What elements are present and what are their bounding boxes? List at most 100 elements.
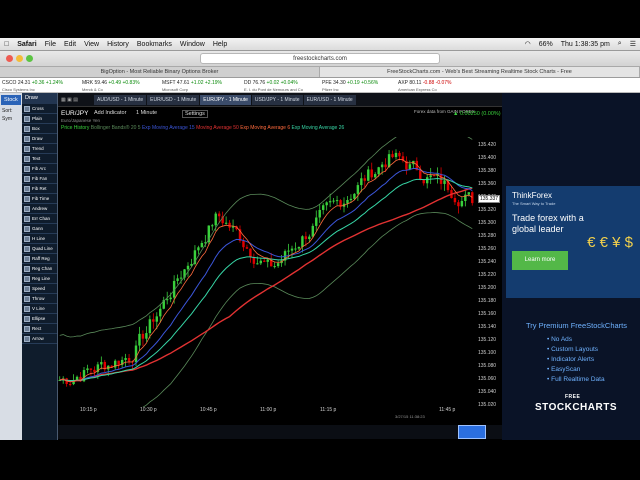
draw-toolbox-title[interactable]: Draw [22, 93, 57, 104]
legend-bollinger[interactable]: Bollinger Bands® 20 5 [91, 125, 141, 131]
tool-reg-line[interactable]: Reg Line [22, 274, 57, 284]
ticker-item[interactable]: AXP 80.11 -0.88 -0.07% American Express C… [398, 80, 452, 92]
ticker-price: 47.61 [176, 80, 190, 86]
interval-select[interactable]: 1 Minute [136, 110, 157, 116]
feature-item[interactable]: EasyScan [547, 365, 605, 375]
tool-fib-ret[interactable]: Fib Ret [22, 184, 57, 194]
address-bar[interactable]: freestockcharts.com [200, 53, 440, 64]
freestockcharts-logo[interactable]: FREE STOCKCHARTS [535, 394, 617, 413]
tool-andrew[interactable]: Andrew [22, 204, 57, 214]
zoom-window-button[interactable] [26, 55, 33, 62]
tool-v-line[interactable]: V Line [22, 304, 57, 314]
candle-body [266, 259, 269, 262]
candle-body [311, 225, 315, 237]
tool-arrow[interactable]: Arrow [22, 334, 57, 344]
chart-tab[interactable]: USD/JPY - 1 Minute [251, 94, 303, 105]
price-label: 135.280 [478, 233, 497, 239]
wifi-icon[interactable]: ◠ [521, 40, 535, 48]
browser-tab-active[interactable]: FreeStockCharts.com - Web's Best Streami… [320, 67, 640, 77]
tool-quad-line[interactable]: Quad Line [22, 244, 57, 254]
ad-banner[interactable]: ThinkForex The Smart Way to Trade Trade … [506, 186, 640, 298]
ticker-item[interactable]: PFE 34.30 +0.19 +0.56% Pfizer Inc [322, 80, 378, 92]
candle-body [259, 260, 263, 264]
legend-ema15[interactable]: Exp Moving Average 15 [142, 125, 195, 131]
tool-fib-fan[interactable]: Fib Fan [22, 174, 57, 184]
time-label: 11:45 p [439, 407, 456, 413]
list-icon[interactable]: ☰ [626, 40, 640, 48]
symbol-label[interactable]: Sym [0, 115, 22, 123]
chart-tab-active[interactable]: EUR/JPY - 1 Minute [200, 94, 251, 105]
tool-ellipse[interactable]: Ellipse [22, 314, 57, 324]
menu-window[interactable]: Window [176, 41, 209, 48]
ticker-symbol: MSFT [162, 80, 176, 86]
menu-help[interactable]: Help [209, 41, 231, 48]
legend-price-history[interactable]: Price History [61, 125, 89, 131]
tool-plain[interactable]: Plain [22, 114, 57, 124]
chart-scrollbar[interactable] [58, 425, 502, 439]
tool-trend[interactable]: Trend [22, 144, 57, 154]
ticker-item[interactable]: MSFT 47.61 +1.02 +2.19% Microsoft Corp [162, 80, 222, 92]
apple-icon[interactable]:  [0, 41, 13, 48]
tool-cross[interactable]: Cross [22, 104, 57, 114]
menu-bookmarks[interactable]: Bookmarks [133, 41, 176, 48]
feature-item[interactable]: Custom Layouts [547, 345, 605, 355]
ticker-name: Microsoft Corp [162, 87, 189, 92]
ticker-item[interactable]: DD 76.76 +0.02 +0.04% E. I. du Pont de Ne… [244, 80, 303, 92]
legend-ma50[interactable]: Moving Average 50 [196, 125, 239, 131]
stock-button[interactable]: Stock [1, 95, 21, 105]
menu-view[interactable]: View [80, 41, 103, 48]
tool-text[interactable]: Text [22, 154, 57, 164]
ticker-item[interactable]: MRK 59.46 +0.49 +0.83% Merck & Co [82, 80, 140, 92]
chart-tab[interactable]: EUR/USD - 1 Minute [303, 94, 356, 105]
feature-item[interactable]: No Ads [547, 335, 605, 345]
app-name[interactable]: Safari [13, 41, 40, 48]
chart-symbol[interactable]: EUR/JPY [61, 110, 88, 117]
close-window-button[interactable] [6, 55, 13, 62]
tool-h-line[interactable]: H Line [22, 234, 57, 244]
price-label: 135.400 [478, 155, 497, 161]
premium-link[interactable]: Try Premium FreeStockCharts [526, 321, 627, 330]
ma50-line [59, 187, 473, 383]
settings-button[interactable]: Settings [182, 110, 208, 118]
price-axis[interactable]: 135.420135.400135.380135.360135.340135.3… [474, 137, 502, 417]
learn-more-button[interactable]: Learn more [512, 251, 568, 270]
chart-tab[interactable]: EUR/USD - 1 Minute [147, 94, 200, 105]
tool-rect[interactable]: Rect [22, 324, 57, 334]
tool-box[interactable]: Box [22, 124, 57, 134]
chart-tab[interactable]: AUD/USD - 1 Minute [94, 94, 147, 105]
candle-body [360, 178, 363, 186]
tool-err-chan[interactable]: Err Chan [22, 214, 57, 224]
battery-level[interactable]: 66% [535, 41, 557, 48]
clock[interactable]: Thu 1:38:35 pm [557, 41, 614, 48]
menu-history[interactable]: History [103, 41, 133, 48]
time-axis[interactable]: 10:15 p 10:30 p 10:45 p 11:00 p 11:15 p … [58, 407, 474, 419]
tool-icon [24, 105, 30, 112]
tool-raff-reg[interactable]: Raff Reg [22, 254, 57, 264]
add-indicator-button[interactable]: Add Indicator [94, 110, 126, 116]
tool-gann[interactable]: Gann [22, 224, 57, 234]
tool-throw[interactable]: Throw [22, 294, 57, 304]
candlestick-chart[interactable] [58, 137, 474, 407]
chart-scroll-thumb[interactable] [458, 425, 486, 439]
tool-reg-chan[interactable]: Reg Chan [22, 264, 57, 274]
feature-item[interactable]: Full Realtime Data [547, 375, 604, 385]
ema26-line [59, 178, 473, 381]
price-label: 135.420 [478, 142, 497, 148]
sort-label[interactable]: Sort: [0, 107, 22, 115]
menu-edit[interactable]: Edit [60, 41, 80, 48]
ticker-item[interactable]: CSCO 24.31 +0.36 +1.24% Cisco Systems Inc [2, 80, 63, 92]
legend-ema6[interactable]: Exp Moving Average 6 [240, 125, 290, 131]
tool-fib-time[interactable]: Fib Time [22, 194, 57, 204]
tool-draw[interactable]: Draw [22, 134, 57, 144]
menu-file[interactable]: File [41, 41, 60, 48]
minimize-window-button[interactable] [16, 55, 23, 62]
chart-area[interactable] [58, 137, 502, 440]
tool-speed[interactable]: Speed [22, 284, 57, 294]
search-icon[interactable]: ⌕ [614, 40, 626, 48]
candle-body [186, 265, 190, 270]
feature-item[interactable]: Indicator Alerts [547, 355, 605, 365]
legend-ema26[interactable]: Exp Moving Average 26 [292, 125, 345, 131]
layout-icons[interactable]: ▦ ▣ ▤ [58, 97, 94, 103]
tool-fib-arc[interactable]: Fib Arc [22, 164, 57, 174]
browser-tab[interactable]: BigOption - Most Reliable Binary Options… [0, 67, 320, 77]
